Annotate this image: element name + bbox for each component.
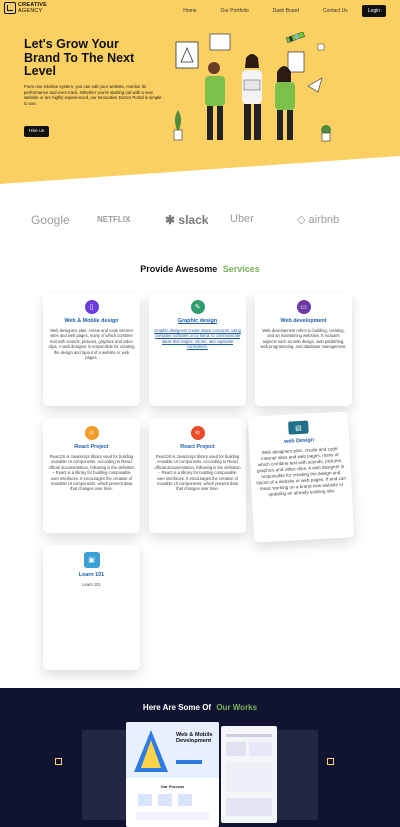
- uber-logo: Uber: [230, 213, 254, 225]
- carousel-prev-icon[interactable]: [55, 758, 62, 765]
- work-slide-left[interactable]: [82, 730, 127, 820]
- nav-links: Home Our Portfolio Dash Board Contact Us…: [159, 5, 386, 17]
- slack-hash-icon: ✱: [165, 213, 176, 227]
- react-icon: ⚛: [84, 426, 99, 440]
- service-card-web-development[interactable]: ▭ Web development Web development refers…: [255, 293, 352, 406]
- service-card-title: web Design: [283, 437, 315, 445]
- services-heading: Provide Awesome Services: [140, 264, 260, 274]
- service-card-graphic[interactable]: ✎ Graphic design Graphic designers creat…: [149, 293, 246, 406]
- mobile-icon: ▯: [84, 300, 99, 314]
- laptop-icon: ▤: [288, 420, 309, 435]
- logo-icon: [4, 2, 16, 14]
- work-slide-main[interactable]: Web & Mobile Development Our Process: [126, 722, 219, 827]
- airbnb-logo: ◇ airbnb: [297, 214, 340, 226]
- service-card-title: Learn 101: [78, 572, 105, 578]
- nav-home[interactable]: Home: [183, 8, 196, 14]
- service-card-learn[interactable]: ▣ Learn 101 Learn 101: [43, 545, 140, 670]
- hero-bottom-slant: [0, 156, 400, 184]
- service-card-react-1[interactable]: ⚛ React Project ReactJS is JavaScript li…: [43, 419, 140, 533]
- service-card-desc: Web development refers to building, crea…: [260, 328, 347, 350]
- service-card-web-design[interactable]: ▤ web Design Web designers plan, create …: [247, 411, 355, 543]
- service-card-desc[interactable]: Graphic designers create visual concepts…: [154, 328, 241, 350]
- google-logo: Google: [31, 213, 70, 227]
- service-card-title: Web development: [280, 318, 327, 324]
- monitor-icon: ▭: [296, 300, 311, 314]
- graphic-icon: ✎: [190, 300, 205, 314]
- learn-icon: ▣: [83, 552, 100, 568]
- service-card-desc: Web designers plan, create and code inte…: [48, 328, 135, 361]
- brand-logo[interactable]: CREATIVE AGENCY: [4, 2, 47, 14]
- netflix-logo: NETFLIX: [97, 215, 131, 224]
- service-card-react-2[interactable]: ⚛ React Project ReactJS is JavaScript li…: [149, 419, 246, 533]
- client-logos: Google NETFLIX ✱ slack Uber ◇ airbnb: [0, 205, 400, 235]
- top-navbar: CREATIVE AGENCY Home Our Portfolio Dash …: [0, 0, 400, 22]
- nav-contact[interactable]: Contact Us: [323, 8, 348, 14]
- slide-subtitle: Our Process: [160, 784, 185, 789]
- service-card-title: React Project: [180, 444, 215, 450]
- triangle-graphic: [134, 730, 168, 772]
- hero-description: From one intuitive system, you can edit …: [24, 84, 162, 106]
- slide-title: Web & Mobile Development: [176, 732, 213, 745]
- works-section: Here Are Some Of Our Works Web & Mobile …: [0, 688, 400, 827]
- carousel-next-icon[interactable]: [327, 758, 334, 765]
- hire-us-button[interactable]: Hire us: [24, 126, 50, 137]
- brand-line2: AGENCY: [18, 8, 43, 14]
- hero-title: Let's Grow Your Brand To The Next Level: [24, 37, 135, 78]
- work-slide-dashboard[interactable]: [221, 726, 277, 823]
- nav-portfolio[interactable]: Our Portfolio: [221, 8, 249, 14]
- hero-illustration: [173, 32, 331, 142]
- service-card-desc: Learn 101: [82, 582, 101, 587]
- service-card-desc: Web designers plan, create and code inte…: [256, 446, 347, 497]
- service-card-title: React Project: [74, 444, 109, 450]
- nav-dashboard[interactable]: Dash Board: [273, 8, 299, 14]
- login-button[interactable]: Login: [361, 5, 386, 17]
- works-heading: Here Are Some Of Our Works: [142, 703, 258, 712]
- service-card-desc: ReactJS is JavaScript library used for b…: [48, 454, 135, 492]
- airbnb-icon: ◇: [297, 214, 306, 226]
- hero-section: CREATIVE AGENCY Home Our Portfolio Dash …: [0, 0, 400, 184]
- service-card-web-mobile[interactable]: ▯ Web & Mobile design Web designers plan…: [43, 293, 140, 406]
- service-card-desc: ReactJS is JavaScript library used for b…: [154, 454, 241, 492]
- react-icon: ⚛: [190, 426, 205, 440]
- slack-logo: ✱ slack: [165, 213, 209, 227]
- work-slide-right[interactable]: [273, 730, 318, 820]
- service-card-title[interactable]: Graphic design: [154, 318, 241, 324]
- service-card-title: Web & Mobile design: [64, 318, 119, 324]
